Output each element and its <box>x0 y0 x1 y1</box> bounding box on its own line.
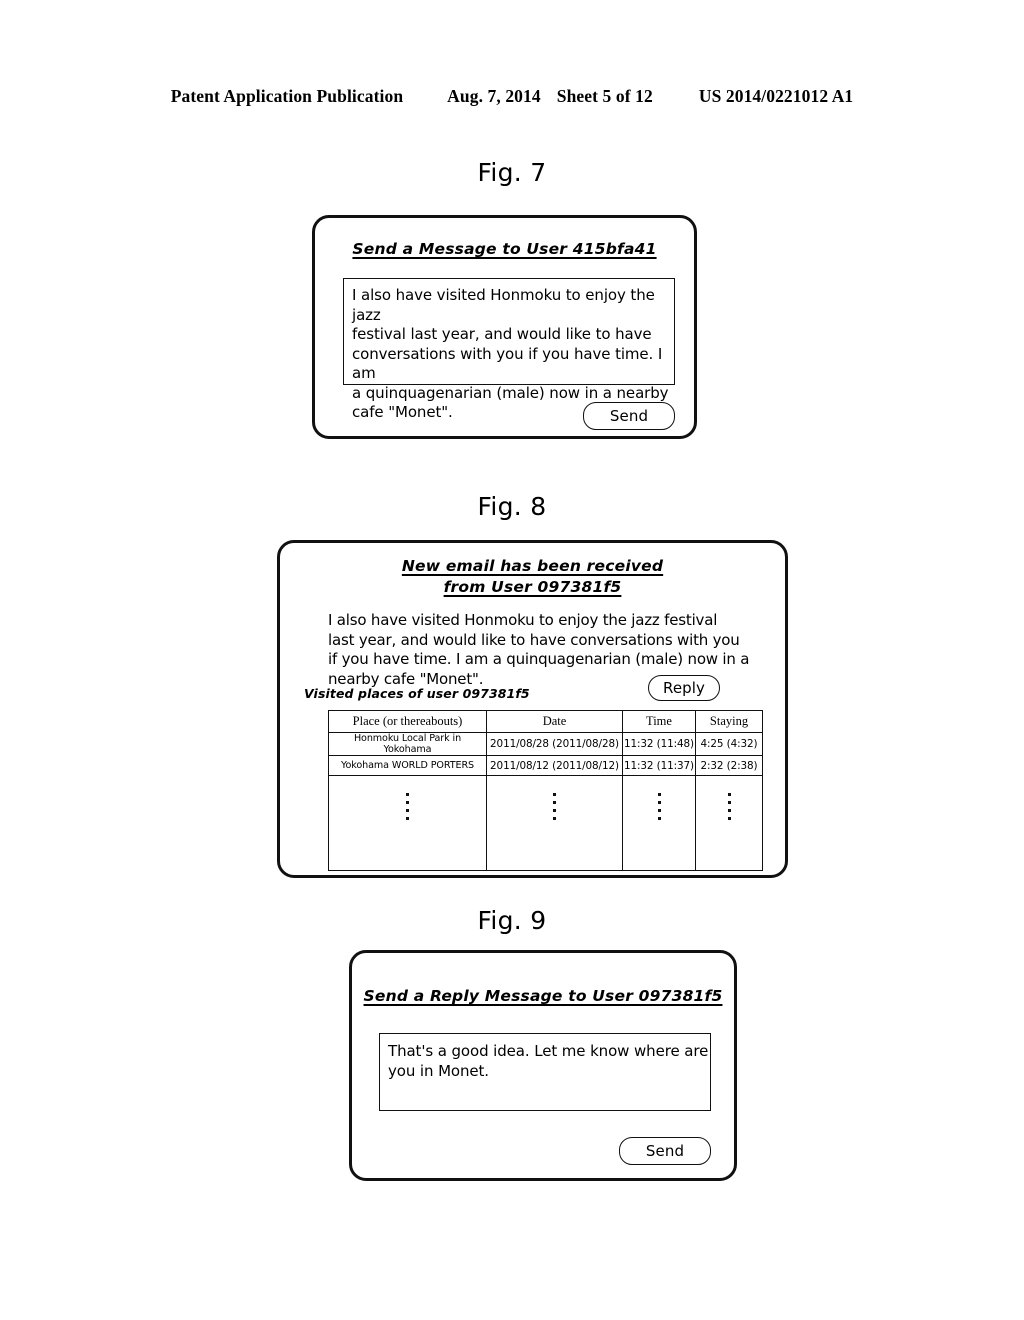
figure-8-panel: New email has been received from User 09… <box>277 540 788 878</box>
column-header-date: Date <box>486 710 623 733</box>
figure-8-title-line-2: from User 097381f5 <box>443 578 622 596</box>
sheet-number: Sheet 5 of 12 <box>556 86 653 106</box>
figure-7-send-button[interactable]: Send <box>583 402 675 430</box>
figure-7-message-text: I also have visited Honmoku to enjoy the… <box>352 286 669 421</box>
figure-9-caption: Fig. 9 <box>477 906 547 935</box>
figure-9-message-box[interactable]: That's a good idea. Let me know where ar… <box>379 1033 711 1111</box>
figure-7-message-box[interactable]: I also have visited Honmoku to enjoy the… <box>343 278 675 421</box>
patent-header: Patent Application Publication Aug. 7, 2… <box>0 86 1024 107</box>
cell-staying: 4:25 (4:32) <box>695 732 763 756</box>
vertical-ellipsis-icon <box>695 775 763 871</box>
column-header-place: Place (or thereabouts) <box>328 710 487 733</box>
cell-place: Yokohama WORLD PORTERS <box>328 755 487 776</box>
cell-place: Honmoku Local Park in Yokohama <box>328 732 487 756</box>
figure-8-reply-label: Reply <box>662 679 706 697</box>
figure-8-title-line-1: New email has been received <box>401 557 664 575</box>
column-header-staying: Staying <box>695 710 763 733</box>
table-header-row: Place (or thereabouts) Date Time Staying <box>328 710 763 733</box>
figure-7-title: Send a Message to User 415bfa41 <box>352 240 657 258</box>
figure-7-send-label: Send <box>609 407 649 425</box>
table-row: Yokohama WORLD PORTERS 2011/08/12 (2011/… <box>328 755 763 776</box>
cell-date: 2011/08/12 (2011/08/12) <box>486 755 623 776</box>
figure-7-caption: Fig. 7 <box>477 158 547 187</box>
visited-places-table: Place (or thereabouts) Date Time Staying… <box>328 710 763 871</box>
vertical-ellipsis-icon <box>328 775 487 871</box>
figure-9-panel: Send a Reply Message to User 097381f5 Th… <box>349 950 737 1181</box>
figure-9-message-text: That's a good idea. Let me know where ar… <box>388 1042 709 1080</box>
figure-8-table-label: Visited places of user 097381f5 <box>304 686 530 701</box>
patent-number: US 2014/0221012 A1 <box>698 86 854 106</box>
cell-staying: 2:32 (2:38) <box>695 755 763 776</box>
table-row: Honmoku Local Park in Yokohama 2011/08/2… <box>328 732 763 756</box>
figure-8-reply-button[interactable]: Reply <box>648 675 720 701</box>
cell-date: 2011/08/28 (2011/08/28) <box>486 732 623 756</box>
figure-9-title: Send a Reply Message to User 097381f5 <box>363 987 723 1005</box>
publication-date: Aug. 7, 2014 <box>447 86 541 106</box>
figure-9-send-label: Send <box>645 1142 685 1160</box>
column-header-time: Time <box>622 710 696 733</box>
cell-time: 11:32 (11:37) <box>622 755 696 776</box>
vertical-ellipsis-icon <box>622 775 696 871</box>
cell-time: 11:32 (11:48) <box>622 732 696 756</box>
publication-label: Patent Application Publication <box>170 86 404 106</box>
vertical-ellipsis-icon <box>486 775 623 871</box>
figure-7-panel: Send a Message to User 415bfa41 I also h… <box>312 215 697 439</box>
figure-8-caption: Fig. 8 <box>477 492 547 521</box>
figure-9-send-button[interactable]: Send <box>619 1137 711 1165</box>
table-continuation-row <box>328 775 763 871</box>
